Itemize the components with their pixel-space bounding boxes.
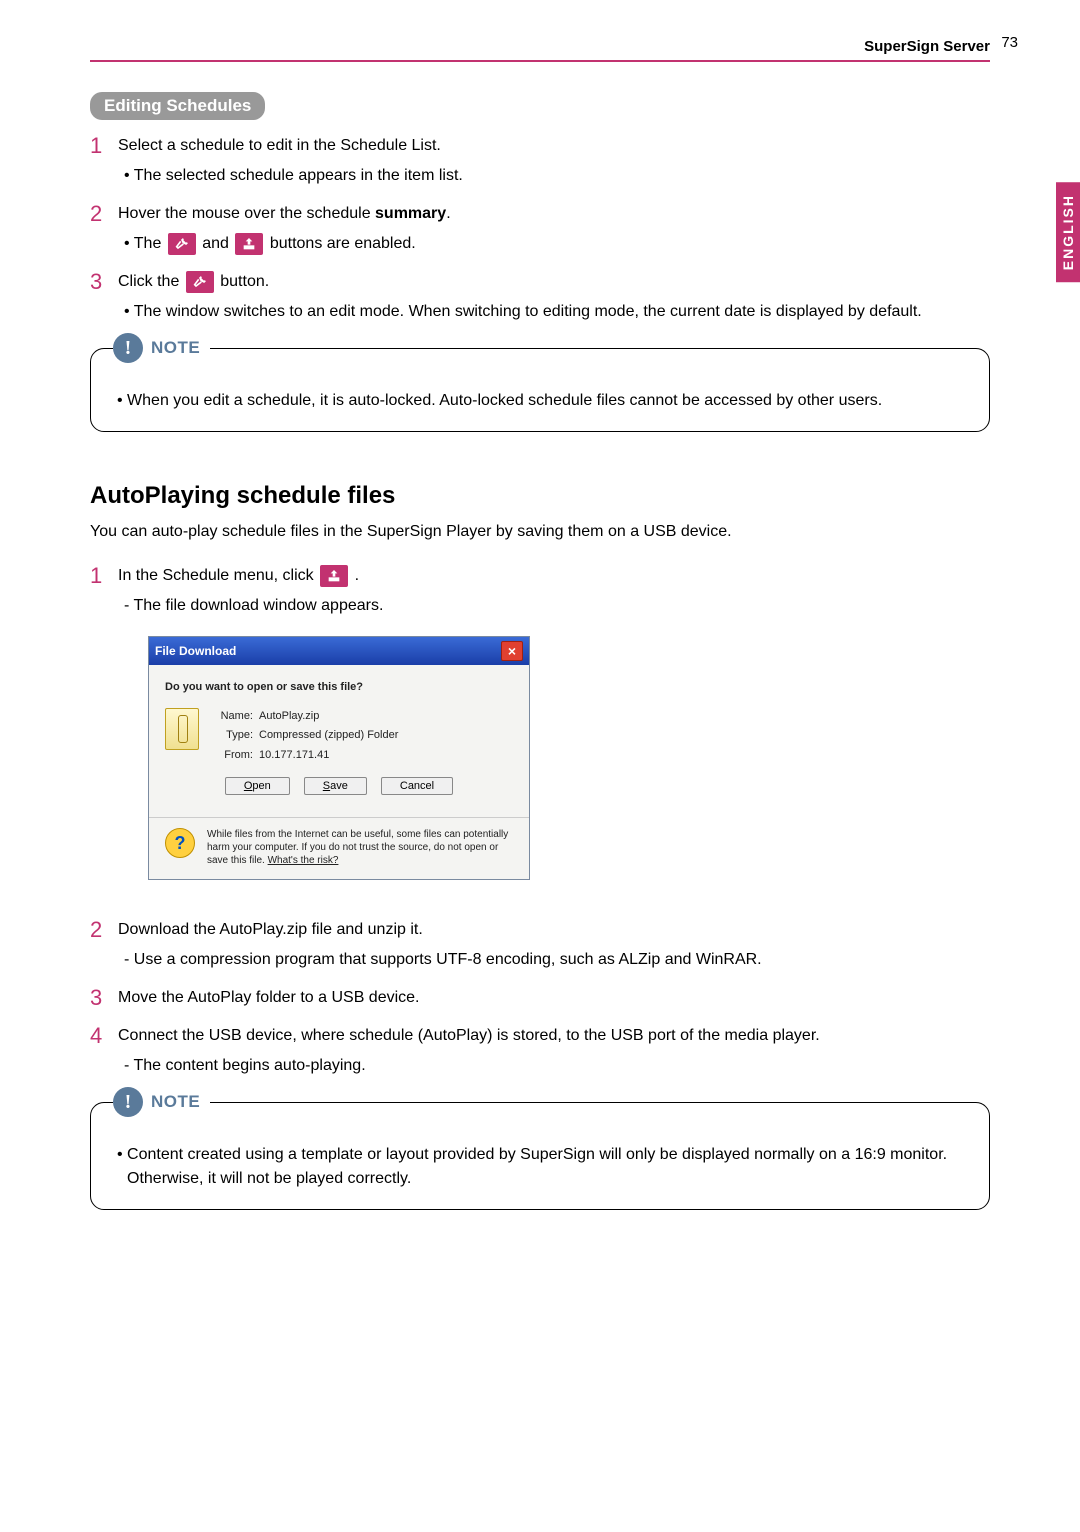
risk-link[interactable]: What's the risk? xyxy=(268,855,339,866)
close-icon[interactable]: × xyxy=(501,641,523,661)
open-button[interactable]: Open xyxy=(225,777,290,795)
step-text: Download the AutoPlay.zip file and unzip… xyxy=(118,921,423,938)
editing-steps: 1 Select a schedule to edit in the Sched… xyxy=(90,134,990,324)
zip-file-icon xyxy=(165,708,199,750)
note-box: ! NOTE Content created using a template … xyxy=(90,1102,990,1210)
step-number: 2 xyxy=(90,202,112,226)
step-text: In the Schedule menu, click . xyxy=(118,567,359,584)
cancel-button[interactable]: Cancel xyxy=(381,777,453,795)
note-text: Content created using a template or layo… xyxy=(113,1143,967,1191)
step-number: 3 xyxy=(90,270,112,294)
step-text: Click the button. xyxy=(118,273,269,290)
step-text: Move the AutoPlay folder to a USB device… xyxy=(118,989,420,1006)
autoplay-intro: You can auto-play schedule files in the … xyxy=(90,520,990,544)
export-icon xyxy=(235,233,263,255)
warning-icon: ? xyxy=(165,828,195,858)
page-content: SuperSign Server 73 Editing Schedules 1 … xyxy=(0,0,1080,1310)
step-text: Connect the USB device, where schedule (… xyxy=(118,1027,820,1044)
autoplay-steps: 1 In the Schedule menu, click . The file… xyxy=(90,564,990,1078)
file-download-dialog: File Download × Do you want to open or s… xyxy=(148,636,530,880)
step-dash: The content begins auto-playing. xyxy=(138,1054,990,1078)
note-label: NOTE xyxy=(151,335,200,361)
step-bullet: The and buttons are enabled. xyxy=(138,232,990,256)
step-dash: Use a compression program that supports … xyxy=(138,948,990,972)
step-bullet: The window switches to an edit mode. Whe… xyxy=(138,300,990,324)
step-text: Select a schedule to edit in the Schedul… xyxy=(118,137,441,154)
edit-icon xyxy=(168,233,196,255)
dialog-question: Do you want to open or save this file? xyxy=(165,679,513,696)
header-rule: SuperSign Server 73 xyxy=(90,60,990,62)
step-number: 1 xyxy=(90,564,112,588)
note-label: NOTE xyxy=(151,1089,200,1115)
file-details: Name:AutoPlay.zip Type:Compressed (zippe… xyxy=(213,708,398,764)
export-icon xyxy=(320,565,348,587)
step-number: 3 xyxy=(90,986,112,1010)
step-dash: The file download window appears. xyxy=(138,594,990,618)
dialog-title: File Download xyxy=(155,642,236,660)
note-icon: ! xyxy=(113,333,143,363)
page-number: 73 xyxy=(1001,34,1018,51)
step-number: 2 xyxy=(90,918,112,942)
note-box: ! NOTE When you edit a schedule, it is a… xyxy=(90,348,990,432)
header-title: SuperSign Server xyxy=(864,38,990,55)
note-text: When you edit a schedule, it is auto-loc… xyxy=(113,389,967,413)
save-button[interactable]: Save xyxy=(304,777,367,795)
edit-icon xyxy=(186,271,214,293)
section-title-editing: Editing Schedules xyxy=(90,92,265,120)
section-title-autoplay: AutoPlaying schedule files xyxy=(90,482,990,510)
step-bullet: The selected schedule appears in the ite… xyxy=(138,164,990,188)
dialog-warning-text: While files from the Internet can be use… xyxy=(207,828,513,867)
note-icon: ! xyxy=(113,1087,143,1117)
step-number: 4 xyxy=(90,1024,112,1048)
step-number: 1 xyxy=(90,134,112,158)
step-text: Hover the mouse over the schedule summar… xyxy=(118,205,451,222)
